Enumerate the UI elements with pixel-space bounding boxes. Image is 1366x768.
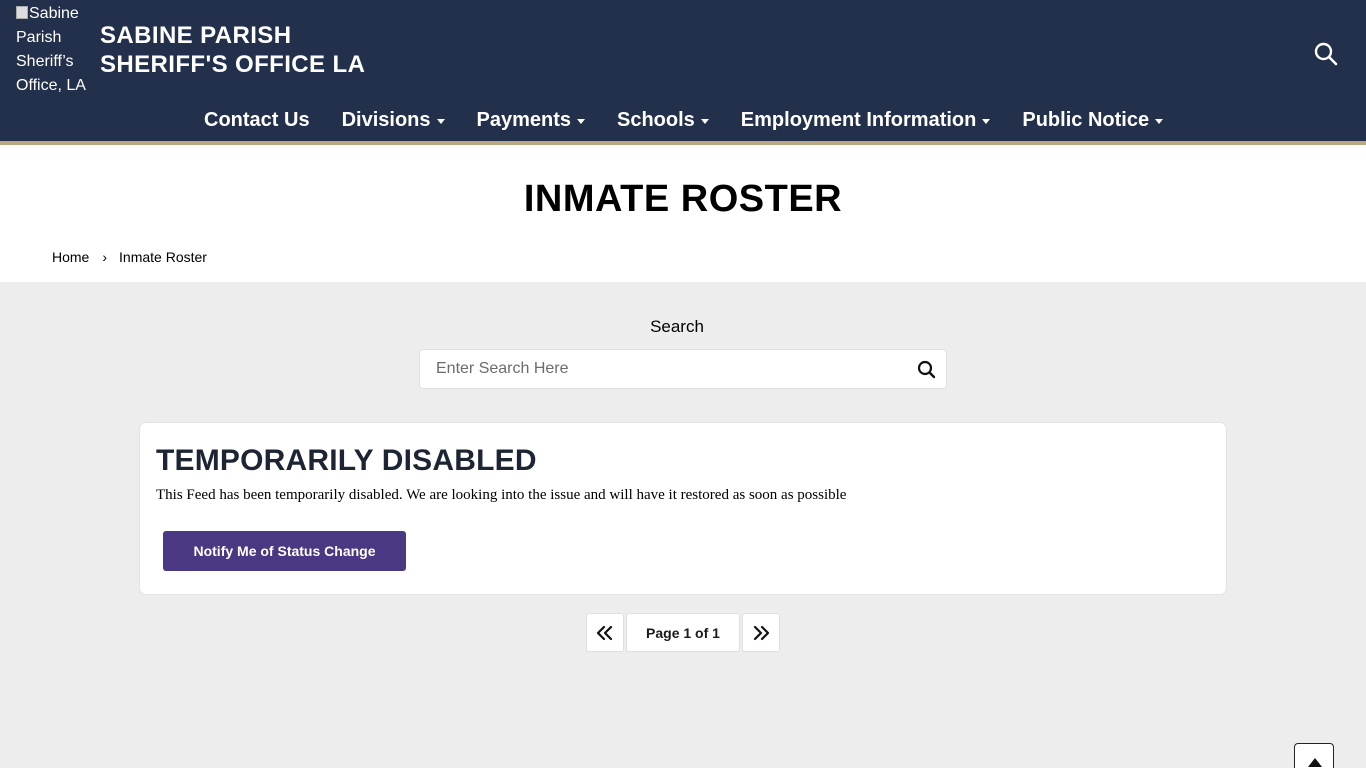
search-submit-button[interactable] — [916, 359, 938, 381]
nav-item-label: Divisions — [341, 108, 431, 131]
breadcrumb-separator: › — [102, 249, 108, 265]
double-chevron-left-icon — [596, 625, 613, 640]
caret-down-icon — [436, 118, 445, 124]
notify-status-change-button[interactable]: Notify Me of Status Change — [163, 531, 406, 571]
breadcrumb-current: Inmate Roster — [119, 249, 207, 265]
nav-item-label: Employment Information — [740, 108, 977, 131]
caret-down-icon — [577, 118, 585, 124]
search-input[interactable] — [420, 350, 900, 388]
site-title-line2: SHERIFF'S OFFICE LA — [100, 51, 366, 78]
nav-item-payments[interactable]: Payments — [461, 109, 602, 132]
nav-item-employment-information[interactable]: Employment Information — [725, 109, 1007, 132]
search-icon — [1314, 42, 1338, 66]
broken-image-icon — [16, 6, 28, 19]
nav-item-schools[interactable]: Schools — [601, 109, 725, 132]
site-logo[interactable]: Sabine Parish Sheriff’s Office, LA — [16, 2, 94, 98]
caret-down-icon — [982, 118, 991, 124]
nav-item-divisions[interactable]: Divisions — [326, 109, 461, 132]
site-title[interactable]: SABINE PARISH SHERIFF'S OFFICE LA — [100, 21, 365, 79]
caret-down-icon — [1155, 118, 1164, 124]
nav-item-label: Payments — [476, 108, 572, 131]
nav-item-label: Schools — [617, 108, 695, 131]
notice-card: TEMPORARILY DISABLED This Feed has been … — [139, 422, 1227, 595]
nav-item-contact-us[interactable]: Contact Us — [188, 109, 326, 132]
search-box — [419, 349, 947, 389]
notice-title: TEMPORARILY DISABLED — [156, 444, 537, 477]
nav-item-label: Contact Us — [204, 108, 310, 131]
caret-down-icon — [700, 118, 709, 124]
site-title-line1: SABINE PARISH — [100, 22, 292, 49]
site-header: Sabine Parish Sheriff’s Office, LA SABIN… — [0, 0, 1366, 141]
main-nav: Contact Us Divisions Payments Schools Em… — [188, 104, 1179, 136]
back-to-top-button[interactable] — [1294, 743, 1334, 768]
breadcrumb-home-link[interactable]: Home — [52, 249, 89, 265]
pagination-label: Page 1 of 1 — [626, 613, 740, 652]
arrow-up-icon — [1308, 758, 1322, 767]
breadcrumb: Home › Inmate Roster — [52, 249, 207, 265]
header-search-button[interactable] — [1313, 41, 1339, 67]
nav-item-public-notice[interactable]: Public Notice — [1006, 109, 1179, 132]
search-icon — [917, 360, 936, 379]
page-title: INMATE ROSTER — [523, 178, 843, 220]
pagination-last-button[interactable] — [742, 613, 780, 652]
nav-item-label: Public Notice — [1022, 108, 1150, 131]
notice-message: This Feed has been temporarily disabled.… — [156, 487, 847, 503]
search-label: Search — [650, 317, 704, 336]
pagination-first-button[interactable] — [586, 613, 624, 652]
double-chevron-right-icon — [753, 625, 770, 640]
